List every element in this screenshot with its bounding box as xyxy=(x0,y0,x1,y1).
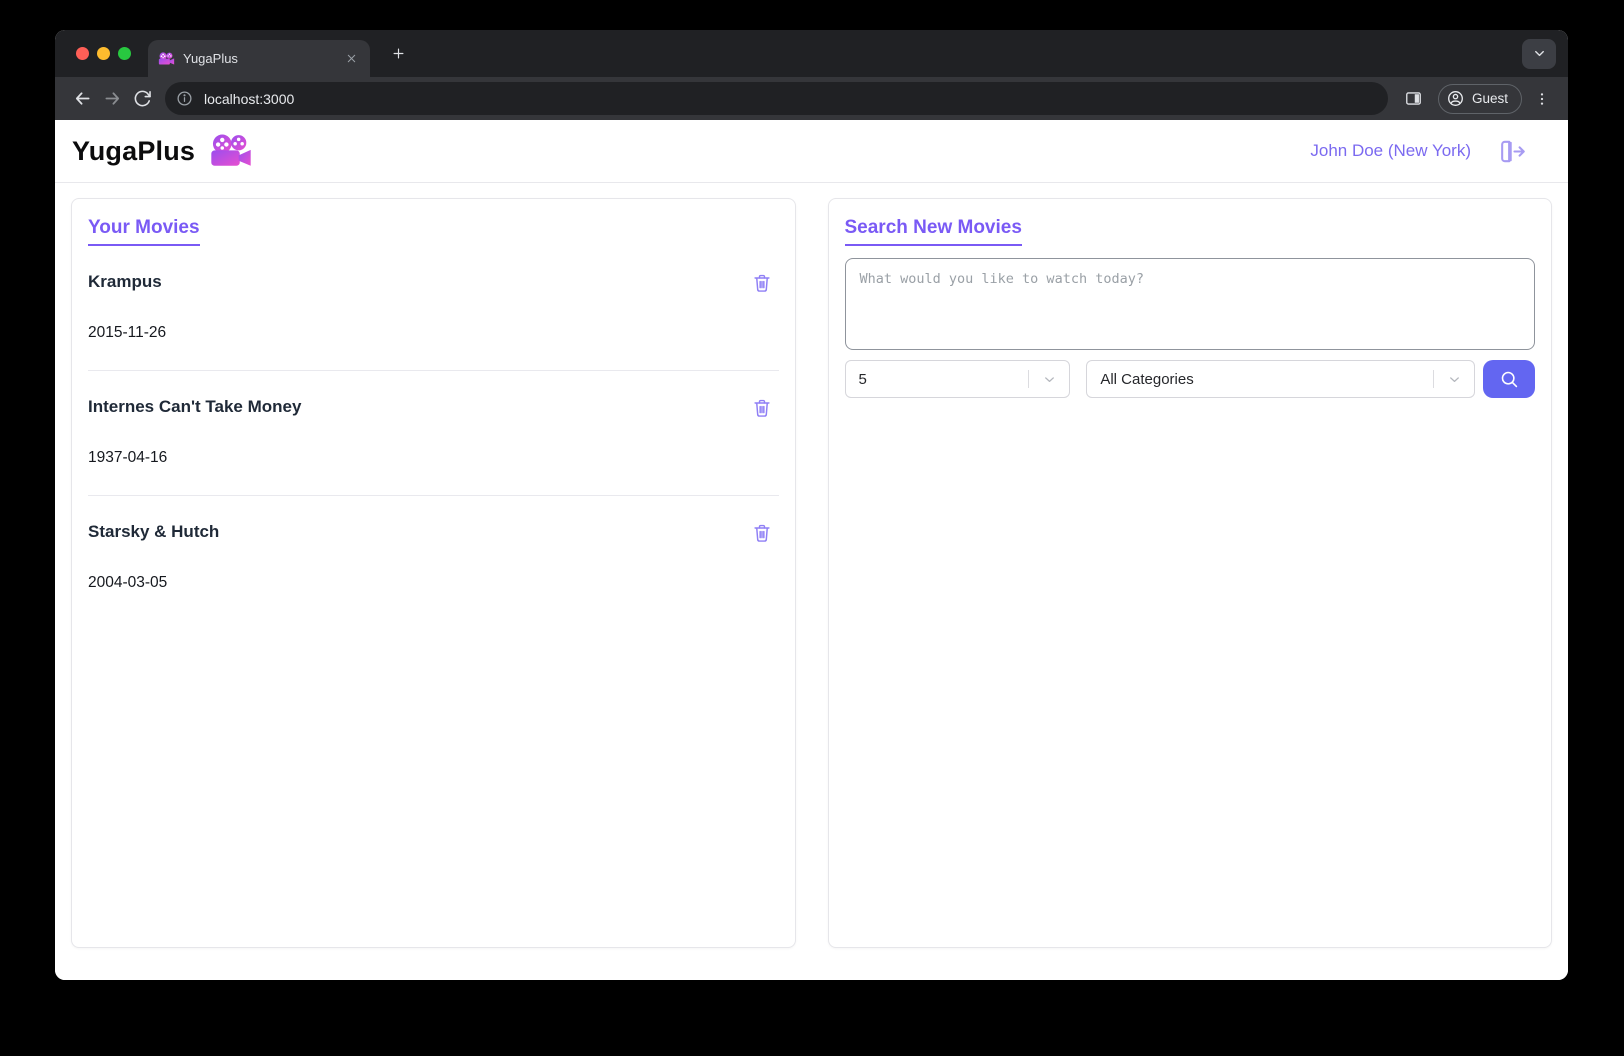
window-controls xyxy=(76,47,131,60)
forward-icon[interactable] xyxy=(97,84,127,114)
side-panel-icon[interactable] xyxy=(1398,84,1430,114)
chevron-down-icon xyxy=(1434,372,1474,387)
reload-icon[interactable] xyxy=(127,84,157,114)
delete-movie-trash-icon[interactable] xyxy=(751,522,773,544)
your-movies-panel: Your Movies Krampus 2015-11-26 xyxy=(71,198,796,948)
app-title: YugaPlus xyxy=(72,136,195,167)
tab-strip: YugaPlus xyxy=(55,30,1568,77)
url-text: localhost:3000 xyxy=(204,91,294,107)
movie-release-date: 1937-04-16 xyxy=(88,449,779,467)
avatar-icon xyxy=(1446,89,1465,108)
delete-movie-trash-icon[interactable] xyxy=(751,397,773,419)
tab-search-chevron-button[interactable] xyxy=(1522,39,1556,69)
browser-tab[interactable]: YugaPlus xyxy=(148,40,370,77)
movie-title: Internes Can't Take Money xyxy=(88,397,301,417)
search-movies-title: Search New Movies xyxy=(845,217,1022,246)
profile-label: Guest xyxy=(1472,91,1508,106)
movie-release-date: 2015-11-26 xyxy=(88,324,779,342)
macos-minimize-button[interactable] xyxy=(97,47,110,60)
main-area: Your Movies Krampus 2015-11-26 xyxy=(55,183,1568,980)
your-movies-title: Your Movies xyxy=(88,217,200,246)
search-controls: 5 All Categories xyxy=(845,360,1536,398)
delete-movie-trash-icon[interactable] xyxy=(751,272,773,294)
movie-list-item: Krampus 2015-11-26 xyxy=(88,246,779,371)
movie-title: Starsky & Hutch xyxy=(88,522,219,542)
page-content: YugaPlus John Doe (New York) xyxy=(55,120,1568,980)
results-count-select[interactable]: 5 xyxy=(845,360,1071,398)
tab-title: YugaPlus xyxy=(183,51,334,66)
browser-toolbar: localhost:3000 Guest xyxy=(55,77,1568,120)
back-icon[interactable] xyxy=(67,84,97,114)
category-value: All Categories xyxy=(1100,371,1193,388)
search-query-input[interactable] xyxy=(845,258,1536,350)
user-account-link[interactable]: John Doe (New York) xyxy=(1310,141,1471,161)
site-info-icon[interactable] xyxy=(171,86,197,112)
search-button[interactable] xyxy=(1483,360,1535,398)
browser-window: YugaPlus localhost:3000 xyxy=(55,30,1568,980)
tab-close-icon[interactable] xyxy=(342,50,360,68)
macos-close-button[interactable] xyxy=(76,47,89,60)
search-movies-panel: Search New Movies 5 All Categories xyxy=(828,198,1553,948)
results-count-value: 5 xyxy=(859,371,867,388)
search-icon xyxy=(1499,369,1520,390)
new-tab-button[interactable] xyxy=(384,40,412,68)
movie-list-item: Starsky & Hutch 2004-03-05 xyxy=(88,496,779,620)
movie-list-item: Internes Can't Take Money 1937-04-16 xyxy=(88,371,779,496)
movie-title: Krampus xyxy=(88,272,162,292)
app-header: YugaPlus John Doe (New York) xyxy=(55,120,1568,183)
favicon-movie-camera-icon xyxy=(158,52,175,66)
chevron-down-icon xyxy=(1029,372,1069,387)
macos-maximize-button[interactable] xyxy=(118,47,131,60)
address-bar[interactable]: localhost:3000 xyxy=(165,82,1388,115)
category-select[interactable]: All Categories xyxy=(1086,360,1475,398)
movie-release-date: 2004-03-05 xyxy=(88,574,779,592)
profile-button[interactable]: Guest xyxy=(1438,84,1522,114)
logout-icon[interactable] xyxy=(1497,136,1528,167)
movie-camera-icon xyxy=(209,134,253,169)
browser-menu-icon[interactable] xyxy=(1528,84,1556,114)
